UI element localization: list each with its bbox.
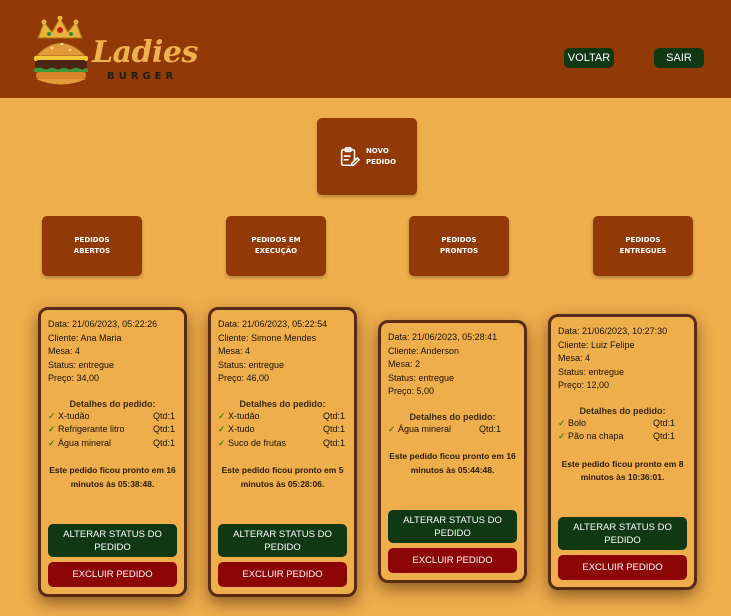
filter-delivered-orders[interactable]: PEDIDOS ENTREGUES	[593, 216, 693, 276]
order-ready-text: Este pedido ficou pronto em 8 minutos às…	[561, 458, 684, 483]
order-details-title: Detalhes do pedido:	[579, 405, 666, 416]
check-icon: ✓	[48, 424, 56, 434]
order-price: Preço: 34,00	[48, 373, 100, 383]
check-icon: ✓	[558, 431, 566, 441]
delete-order-button[interactable]: EXCLUIR PEDIDO	[48, 562, 177, 587]
change-status-button[interactable]: ALTERAR STATUS DO PEDIDO	[218, 524, 347, 557]
delete-order-button[interactable]: EXCLUIR PEDIDO	[388, 548, 517, 573]
change-status-button[interactable]: ALTERAR STATUS DO PEDIDO	[388, 510, 517, 543]
order-status: Status: entregue	[388, 372, 455, 383]
filter-label: PEDIDOS EM EXECUÇÃO	[251, 236, 301, 255]
order-client: Cliente: Luiz Felipe	[558, 339, 635, 350]
new-order-button[interactable]: NOVO PEDIDO	[317, 118, 417, 195]
order-date: Data: 21/06/2023, 10:27:30	[558, 326, 668, 336]
order-details-title: Detalhes do pedido:	[69, 398, 156, 409]
order-card: Data: 21/06/2023, 05:22:54 Cliente: Simo…	[208, 307, 357, 597]
order-date: Data: 21/06/2023, 05:22:26	[48, 319, 158, 329]
order-ready-text: Este pedido ficou pronto em 16 minutos à…	[49, 465, 176, 489]
order-item: ✓ Água mineral Qtd:1	[388, 423, 517, 437]
check-icon: ✓	[48, 437, 56, 448]
order-price: Preço: 46,00	[218, 373, 270, 383]
filter-in-progress-orders[interactable]: PEDIDOS EM EXECUÇÃO	[226, 216, 326, 276]
brand-title: Ladies	[92, 35, 198, 70]
order-price: Preço: 5,00	[388, 386, 435, 396]
order-card: Data: 21/06/2023, 05:28:41 Cliente: Ande…	[378, 320, 527, 583]
order-table: Mesa: 4	[218, 346, 251, 356]
order-date: Data: 21/06/2023, 05:28:41	[388, 332, 498, 342]
order-table: Mesa: 2	[388, 359, 421, 369]
header-bar: Ladies BURGER VOLTAR SAIR	[0, 0, 731, 98]
order-item: ✓ X-tudo Qtd:1	[218, 423, 347, 437]
order-item: ✓ Água mineral Qtd:1	[48, 437, 177, 451]
clipboard-edit-icon	[340, 146, 360, 166]
order-item: ✓ X-tudão Qtd:1	[218, 410, 347, 424]
order-item: ✓ Pão na chapa Qtd:1	[558, 430, 687, 444]
order-date: Data: 21/06/2023, 05:22:54	[218, 319, 328, 329]
order-status: Status: entregue	[48, 359, 115, 370]
order-table: Mesa: 4	[558, 353, 591, 363]
check-icon: ✓	[558, 417, 566, 428]
back-button[interactable]: VOLTAR	[564, 48, 614, 68]
order-item: ✓ Bolo Qtd:1	[558, 417, 687, 431]
order-client: Cliente: Ana Maria	[48, 332, 122, 343]
order-client: Cliente: Anderson	[388, 345, 460, 356]
filter-ready-orders[interactable]: PEDIDOS PRONTOS	[409, 216, 509, 276]
order-details-title: Detalhes do pedido:	[239, 398, 326, 409]
filter-label: PEDIDOS ABERTOS	[73, 236, 111, 255]
check-icon: ✓	[218, 410, 226, 421]
change-status-button[interactable]: ALTERAR STATUS DO PEDIDO	[558, 517, 687, 550]
brand-subtitle: BURGER	[107, 71, 178, 82]
filter-label: PEDIDOS PRONTOS	[439, 236, 479, 255]
filter-label: PEDIDOS ENTREGUES	[619, 236, 667, 255]
check-icon: ✓	[218, 424, 226, 434]
change-status-button[interactable]: ALTERAR STATUS DO PEDIDO	[48, 524, 177, 557]
order-card: Data: 21/06/2023, 10:27:30 Cliente: Luiz…	[548, 314, 697, 590]
check-icon: ✓	[218, 437, 226, 448]
order-client: Cliente: Simone Mendes	[218, 332, 317, 343]
check-icon: ✓	[388, 423, 396, 434]
order-status: Status: entregue	[558, 366, 625, 377]
order-item: ✓ Refrigerante litro Qtd:1	[48, 423, 177, 437]
order-details-title: Detalhes do pedido:	[409, 411, 496, 422]
order-item: ✓ Suco de frutas Qtd:1	[218, 437, 347, 451]
check-icon: ✓	[48, 410, 56, 421]
order-status: Status: entregue	[218, 359, 285, 370]
delete-order-button[interactable]: EXCLUIR PEDIDO	[218, 562, 347, 587]
exit-button[interactable]: SAIR	[654, 48, 704, 68]
new-order-label: NOVO PEDIDO	[365, 146, 397, 166]
filter-open-orders[interactable]: PEDIDOS ABERTOS	[42, 216, 142, 276]
order-item: ✓ X-tudão Qtd:1	[48, 410, 177, 424]
order-card: Data: 21/06/2023, 05:22:26 Cliente: Ana …	[38, 307, 187, 597]
order-table: Mesa: 4	[48, 346, 81, 356]
order-ready-text: Este pedido ficou pronto em 16 minutos à…	[389, 451, 516, 475]
order-ready-text: Este pedido ficou pronto em 5 minutos às…	[221, 465, 344, 489]
order-price: Preço: 12,00	[558, 380, 610, 390]
delete-order-button[interactable]: EXCLUIR PEDIDO	[558, 555, 687, 580]
